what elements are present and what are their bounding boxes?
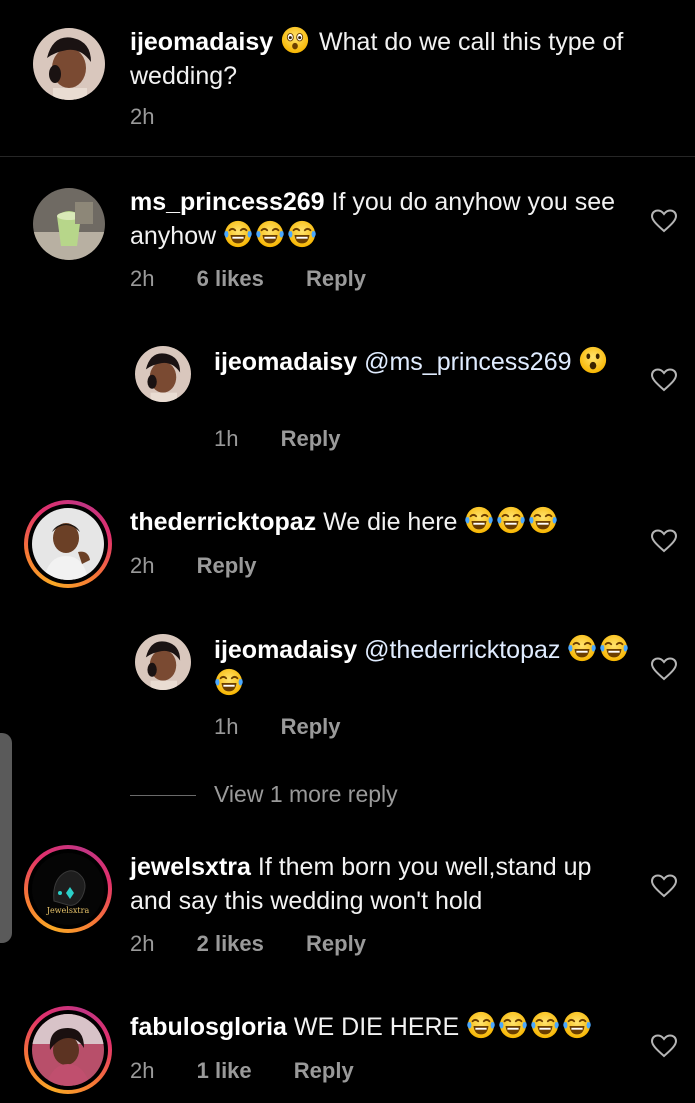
comment-time: 2h [130, 266, 155, 291]
comment-text: WE DIE HERE [293, 1013, 460, 1041]
story-ring[interactable]: Jewelsxtra [24, 845, 112, 933]
username[interactable]: ijeomadaisy [214, 348, 357, 376]
comment-body: fabulosgloria WE DIE HERE [130, 1010, 630, 1044]
avatar[interactable] [135, 346, 191, 402]
comment-meta: 2h 2 likes Reply [130, 931, 402, 957]
likes-count[interactable]: 1 like [197, 1058, 252, 1083]
comment-body: thederricktopaz We die here [130, 505, 630, 539]
view-more-divider [130, 795, 196, 796]
comment-time: 1h [214, 714, 239, 739]
comment-body: ijeomadaisy @ms_princess269 [214, 345, 634, 379]
likes-count[interactable]: 2 likes [197, 931, 264, 956]
tears-of-joy-icon [498, 1010, 528, 1040]
username[interactable]: jewelsxtra [130, 853, 251, 881]
username[interactable]: thederricktopaz [130, 508, 316, 536]
like-heart-icon[interactable] [651, 368, 677, 392]
avatar-image [135, 634, 191, 690]
avatar-image [135, 346, 191, 402]
username[interactable]: ijeomadaisy [130, 28, 273, 56]
avatar-image [33, 188, 105, 260]
hushed-face-icon [578, 345, 608, 375]
comment-time: 2h [130, 553, 155, 578]
comment-time: 2h [130, 931, 155, 956]
mention-link[interactable]: @thederricktopaz [364, 636, 560, 664]
tears-of-joy-icon [214, 667, 244, 697]
avatar[interactable] [33, 28, 105, 100]
comment-time: 2h [130, 1058, 155, 1083]
reply-button[interactable]: Reply [197, 553, 257, 578]
comment-body: ijeomadaisy @thederricktopaz [214, 633, 634, 701]
tears-of-joy-icon [496, 505, 526, 535]
comment-meta: 2h 1 like Reply [130, 1058, 390, 1084]
username[interactable]: ms_princess269 [130, 188, 325, 216]
reply-button[interactable]: Reply [306, 931, 366, 956]
like-heart-icon[interactable] [651, 874, 677, 898]
mention-link[interactable]: @ms_princess269 [364, 348, 571, 376]
tears-of-joy-icon [287, 219, 317, 249]
reply-button[interactable]: Reply [306, 266, 366, 291]
avatar: Jewelsxtra [32, 853, 104, 925]
avatar-image [32, 1014, 104, 1086]
tears-of-joy-icon [562, 1010, 592, 1040]
avatar-image [33, 28, 105, 100]
like-heart-icon[interactable] [651, 529, 677, 553]
caption-comment: ijeomadaisy What do we call this type of… [0, 0, 695, 156]
jewelsxtra-logo: Jewelsxtra [32, 853, 104, 925]
astonished-face-icon [280, 25, 310, 55]
avatar[interactable] [135, 634, 191, 690]
view-more-replies-button[interactable]: View 1 more reply [214, 781, 398, 808]
comment-text: We die here [323, 508, 458, 536]
likes-count[interactable]: 6 likes [197, 266, 264, 291]
comment-meta: 2h Reply [130, 553, 293, 579]
divider [0, 156, 695, 157]
comment-body: ms_princess269 If you do anyhow you see … [130, 185, 630, 253]
tears-of-joy-icon [528, 505, 558, 535]
like-heart-icon[interactable] [651, 657, 677, 681]
comment-meta: 2h 6 likes Reply [130, 266, 402, 292]
tears-of-joy-icon [464, 505, 494, 535]
avatar [32, 1014, 104, 1086]
edge-panel-handle[interactable] [0, 733, 12, 943]
tears-of-joy-icon [567, 633, 597, 663]
comment-time: 2h [130, 104, 155, 129]
comment-meta: 1h Reply [214, 714, 377, 740]
reply-button[interactable]: Reply [281, 426, 341, 451]
story-ring[interactable] [24, 1006, 112, 1094]
tears-of-joy-icon [255, 219, 285, 249]
reply-button[interactable]: Reply [294, 1058, 354, 1083]
comment-time: 1h [214, 426, 239, 451]
comment-meta: 1h Reply [214, 426, 377, 452]
avatar[interactable] [33, 188, 105, 260]
avatar-logo-text: Jewelsxtra [46, 906, 90, 915]
username[interactable]: ijeomadaisy [214, 636, 357, 664]
caption-text: ijeomadaisy What do we call this type of… [130, 25, 670, 93]
story-ring[interactable] [24, 500, 112, 588]
username[interactable]: fabulosgloria [130, 1013, 287, 1041]
tears-of-joy-icon [466, 1010, 496, 1040]
reply-button[interactable]: Reply [281, 714, 341, 739]
avatar [32, 508, 104, 580]
tears-of-joy-icon [530, 1010, 560, 1040]
tears-of-joy-icon [599, 633, 629, 663]
avatar-image [32, 508, 104, 580]
like-heart-icon[interactable] [651, 1034, 677, 1058]
like-heart-icon[interactable] [651, 209, 677, 233]
comment-meta: 2h [130, 104, 190, 130]
comment-body: jewelsxtra If them born you well,stand u… [130, 850, 620, 918]
tears-of-joy-icon [223, 219, 253, 249]
